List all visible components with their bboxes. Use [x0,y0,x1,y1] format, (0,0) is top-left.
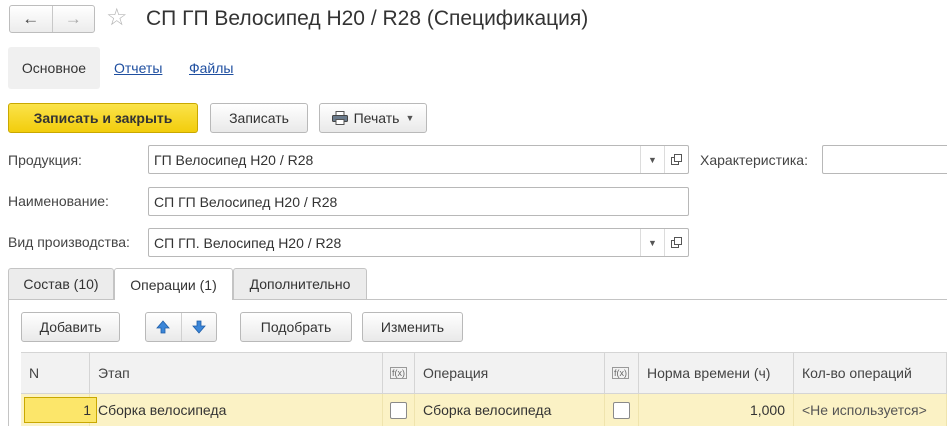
cell-n[interactable]: 1 [21,394,97,426]
open-form-icon[interactable] [664,229,688,256]
move-buttons [145,312,217,342]
move-down-button[interactable] [182,320,217,334]
open-window-icon [671,237,682,248]
formula-icon: f(x) [612,367,629,379]
back-arrow-icon[interactable]: ← [10,6,52,32]
tab-operations[interactable]: Операции (1) [114,268,233,300]
save-button[interactable]: Записать [210,103,308,133]
formula-icon: f(x) [390,367,407,379]
operation-formula-checkbox[interactable] [613,401,630,419]
open-window-icon [671,154,682,165]
save-and-close-button[interactable]: Записать и закрыть [8,103,198,133]
characteristic-label: Характеристика: [700,152,808,168]
column-header-time-norm[interactable]: Норма времени (ч) [639,353,794,393]
tab-composition[interactable]: Состав (10) [8,268,114,299]
table-row[interactable]: 1 Сборка велосипеда Сборка велосипеда 1,… [21,394,947,426]
column-header-operation-count[interactable]: Кол-во операций [794,353,947,393]
section-tab-main[interactable]: Основное [8,47,100,89]
forward-arrow-icon[interactable]: → [53,6,95,32]
name-label: Наименование: [8,193,109,209]
chevron-down-icon: ▼ [405,113,415,123]
printer-icon [331,111,348,125]
cell-stage[interactable]: Сборка велосипеда [90,394,383,426]
open-form-icon[interactable] [664,146,688,173]
stage-formula-checkbox[interactable] [390,401,407,419]
cell-n-editor[interactable]: 1 [24,397,97,423]
cell-operation[interactable]: Сборка велосипеда [415,394,605,426]
characteristic-field[interactable] [822,145,947,174]
cell-stage-formula[interactable] [383,394,415,426]
arrow-up-icon [156,320,171,334]
window-title: СП ГП Велосипед H20 / R28 (Спецификация) [146,7,589,30]
column-header-operation[interactable]: Операция [415,353,605,393]
product-value: ГП Велосипед H20 / R28 [154,151,314,168]
production-type-label: Вид производства: [8,234,130,250]
dropdown-arrow-icon[interactable]: ▼ [640,146,664,173]
navigation-buttons: ← → [9,5,95,33]
product-label: Продукция: [8,152,82,168]
production-type-value: СП ГП. Велосипед H20 / R28 [154,234,342,251]
production-type-field[interactable]: СП ГП. Велосипед H20 / R28 ▼ [148,228,689,257]
column-header-stage[interactable]: Этап [90,353,383,393]
column-header-operation-formula[interactable]: f(x) [605,353,639,393]
name-field[interactable]: СП ГП Велосипед H20 / R28 [148,187,689,216]
cell-operation-count[interactable]: <Не используется> [794,394,947,426]
add-button[interactable]: Добавить [21,312,120,342]
change-button[interactable]: Изменить [362,312,463,342]
tab-additional[interactable]: Дополнительно [233,268,367,299]
arrow-down-icon [191,320,206,334]
cell-time-norm[interactable]: 1,000 [639,394,794,426]
name-value: СП ГП Велосипед H20 / R28 [154,193,338,210]
section-link-files[interactable]: Файлы [189,47,233,89]
product-field[interactable]: ГП Велосипед H20 / R28 ▼ [148,145,689,174]
select-button[interactable]: Подобрать [240,312,352,342]
print-button-label: Печать [353,110,400,126]
dropdown-arrow-icon[interactable]: ▼ [640,229,664,256]
cell-operation-formula[interactable] [605,394,639,426]
column-header-stage-formula[interactable]: f(x) [383,353,415,393]
favorite-star-icon[interactable]: ☆ [106,4,128,32]
print-button[interactable]: Печать ▼ [319,103,427,133]
move-up-button[interactable] [146,320,181,334]
section-link-reports[interactable]: Отчеты [114,47,162,89]
table-header: N Этап f(x) Операция f(x) Норма времени … [21,352,947,394]
column-header-n[interactable]: N [21,353,90,393]
